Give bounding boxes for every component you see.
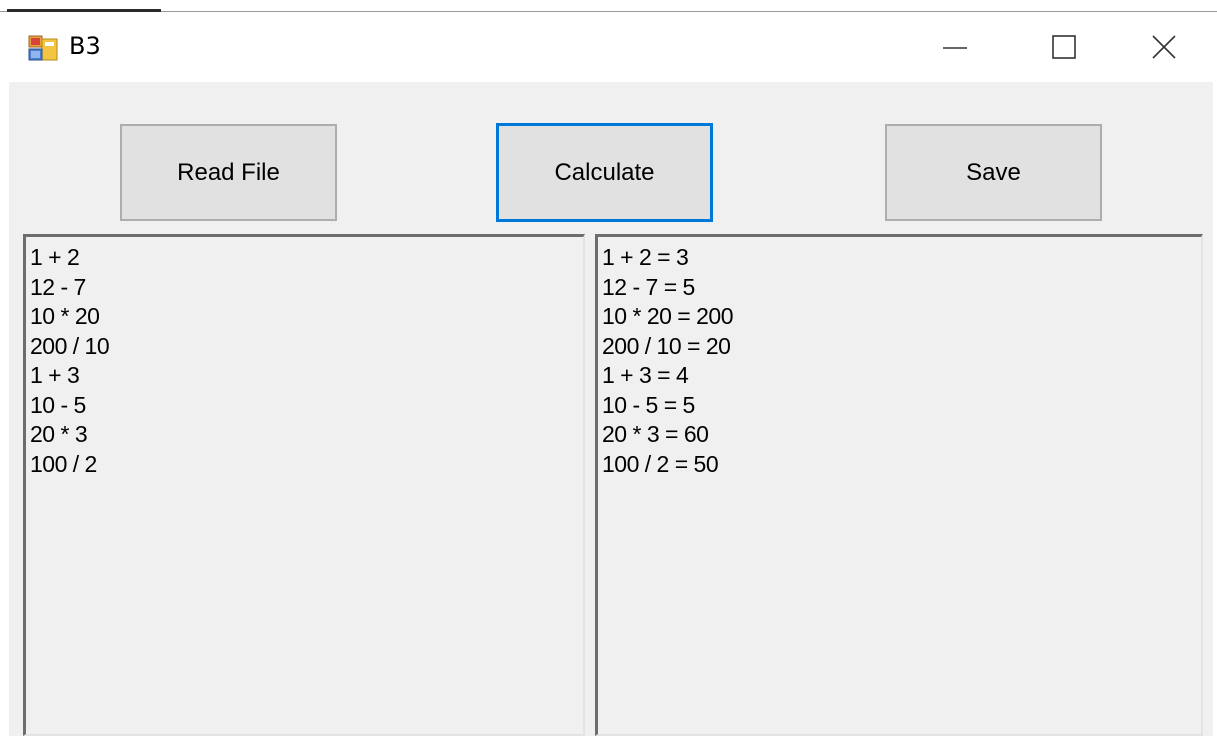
input-line: 12 - 7 bbox=[30, 273, 86, 300]
input-line: 10 * 20 bbox=[30, 303, 100, 329]
maximize-button[interactable] bbox=[1034, 12, 1094, 82]
input-textbox[interactable]: 1 + 2 12 - 7 10 * 20 200 / 10 1 + 3 10 -… bbox=[23, 234, 585, 736]
input-line: 100 / 2 bbox=[30, 450, 97, 477]
close-icon bbox=[1152, 35, 1176, 59]
save-button[interactable]: Save bbox=[885, 124, 1102, 221]
maximize-icon bbox=[1052, 35, 1076, 59]
output-line: 20 * 3 = 60 bbox=[602, 421, 709, 447]
output-line: 10 - 5 = 5 bbox=[602, 391, 695, 418]
output-textbox[interactable]: 1 + 2 = 3 12 - 7 = 5 10 * 20 = 200 200 /… bbox=[595, 234, 1203, 736]
output-line: 1 + 2 = 3 bbox=[602, 244, 689, 270]
close-button[interactable] bbox=[1134, 12, 1194, 82]
minimize-icon bbox=[943, 47, 967, 49]
taskbar-strip bbox=[0, 0, 1217, 12]
output-line: 12 - 7 = 5 bbox=[602, 273, 695, 300]
title-bar[interactable]: B3 bbox=[0, 12, 1217, 82]
output-line: 10 * 20 = 200 bbox=[602, 303, 733, 329]
input-line: 1 + 2 bbox=[30, 244, 80, 270]
input-line: 1 + 3 bbox=[30, 362, 80, 388]
calculate-button[interactable]: Calculate bbox=[496, 123, 713, 222]
input-line: 10 - 5 bbox=[30, 391, 86, 418]
minimize-button[interactable] bbox=[925, 12, 985, 82]
winforms-app-icon bbox=[28, 35, 58, 61]
input-line: 200 / 10 bbox=[30, 332, 110, 359]
window-title: B3 bbox=[69, 32, 101, 60]
read-file-button[interactable]: Read File bbox=[120, 124, 337, 221]
output-line: 200 / 10 = 20 bbox=[602, 332, 731, 359]
output-line: 100 / 2 = 50 bbox=[602, 450, 719, 477]
input-line: 20 * 3 bbox=[30, 421, 88, 447]
screen: B3 Read File Calculate Save 1 + 2 12 - 7… bbox=[0, 0, 1217, 736]
form-client-area: Read File Calculate Save 1 + 2 12 - 7 10… bbox=[9, 82, 1213, 736]
output-line: 1 + 3 = 4 bbox=[602, 362, 689, 388]
